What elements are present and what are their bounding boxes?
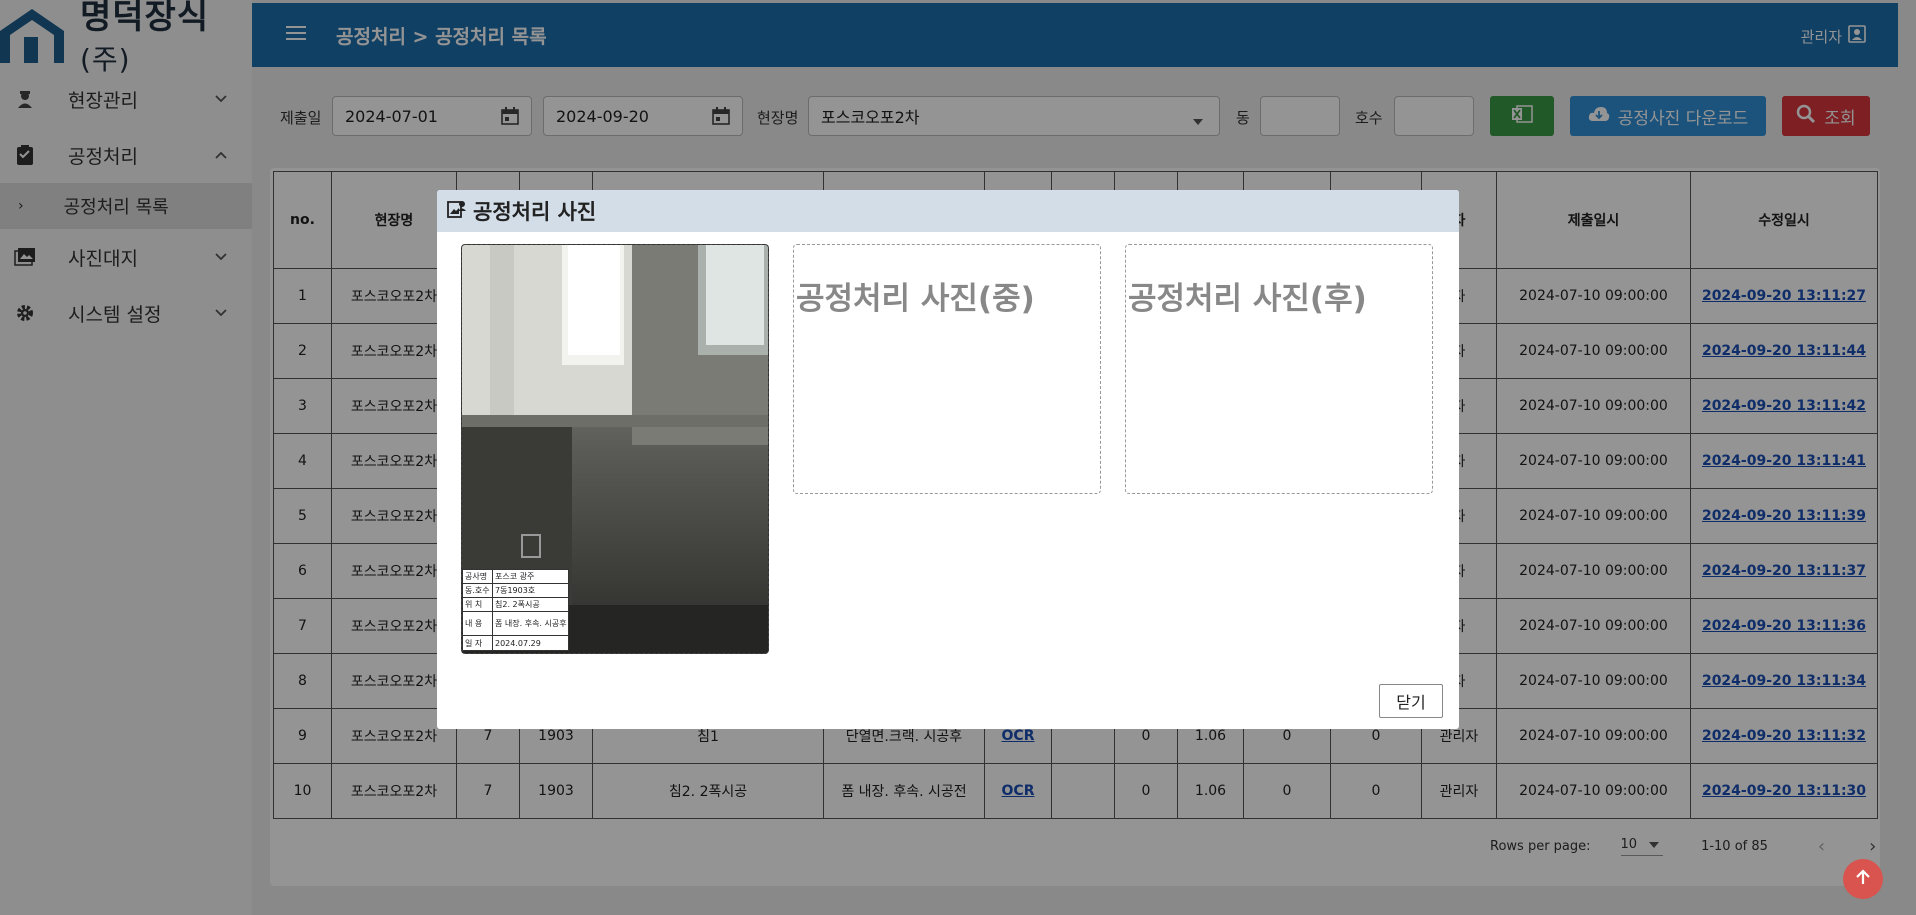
modal-title: 공정처리 사진 bbox=[473, 200, 597, 224]
arrow-up-icon bbox=[1854, 868, 1872, 890]
memo-row: 공사명 포스코 광주 bbox=[463, 570, 568, 584]
photo-during-placeholder: 공정처리 사진(중) bbox=[796, 281, 1035, 317]
scroll-top-button[interactable] bbox=[1843, 859, 1883, 899]
photo-person-icon bbox=[447, 199, 467, 224]
memo-key: 동.호수 bbox=[463, 584, 493, 597]
memo-row: 일 자 2024.07.29 bbox=[463, 636, 568, 650]
photo-during-slot[interactable]: 공정처리 사진(중) bbox=[793, 244, 1101, 494]
memo-value: 7동1903호 bbox=[495, 586, 536, 595]
memo-key: 내 용 bbox=[463, 612, 493, 635]
modal-header: 공정처리 사진 bbox=[437, 190, 1459, 232]
memo-value: 포스코 광주 bbox=[495, 572, 535, 581]
photo-memo-board: 공사명 포스코 광주 동.호수 7동1903호 위 치 침2. 2폭시공 내 용폼 내… bbox=[462, 569, 569, 651]
photo-before[interactable]: 공사명 포스코 광주 동.호수 7동1903호 위 치 침2. 2폭시공 내 용폼 내… bbox=[461, 244, 769, 654]
memo-value: 침2. 2폭시공 bbox=[495, 600, 540, 609]
close-button[interactable]: 닫기 bbox=[1379, 684, 1443, 718]
memo-key: 일 자 bbox=[463, 636, 493, 650]
memo-key: 공사명 bbox=[463, 570, 493, 583]
memo-value: 폼 내장. 후속. 시공후 bbox=[495, 619, 567, 628]
memo-row: 위 치 침2. 2폭시공 bbox=[463, 598, 568, 612]
memo-row: 동.호수 7동1903호 bbox=[463, 584, 568, 598]
memo-row: 내 용폼 내장. 후속. 시공후 bbox=[463, 612, 568, 636]
photo-modal: 공정처리 사진 공사명 포스코 광주 동.호수 7동1903호 위 치 침2. … bbox=[437, 190, 1459, 729]
memo-value: 2024.07.29 bbox=[495, 638, 541, 648]
photo-after-slot[interactable]: 공정처리 사진(후) bbox=[1125, 244, 1433, 494]
photo-after-placeholder: 공정처리 사진(후) bbox=[1128, 281, 1367, 317]
memo-key: 위 치 bbox=[463, 598, 493, 611]
